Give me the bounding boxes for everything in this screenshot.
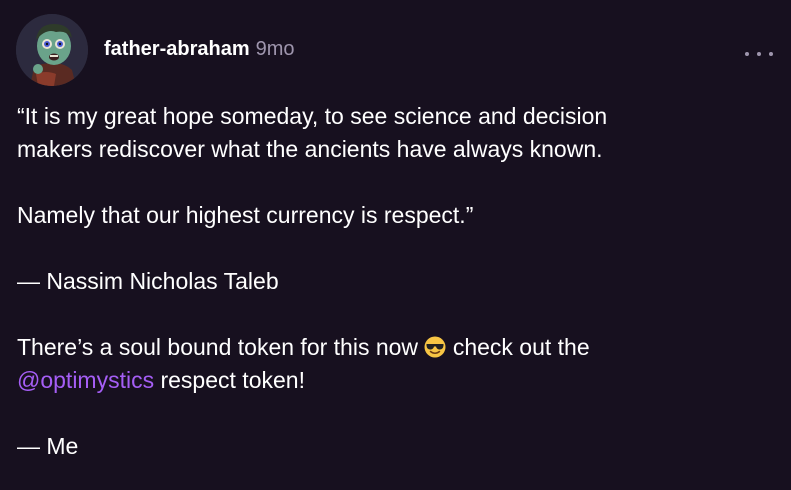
token-text: respect token! (154, 367, 305, 393)
token-text: check out the (446, 334, 590, 360)
signature: — Me (17, 430, 737, 463)
attribution-text: — Nassim Nicholas Taleb (17, 268, 279, 294)
username[interactable]: father-abraham (104, 38, 250, 61)
quote-line: Namely that our highest currency is resp… (17, 202, 474, 228)
cast-card: father-abraham 9mo “It is my great hope … (0, 0, 791, 490)
cast-body: “It is my great hope someday, to see sci… (17, 100, 737, 463)
timestamp[interactable]: 9mo (256, 38, 295, 61)
more-horizontal-icon (757, 52, 761, 56)
quote-paragraph: Namely that our highest currency is resp… (17, 199, 737, 232)
more-horizontal-icon (745, 52, 749, 56)
more-horizontal-icon (769, 52, 773, 56)
signature-text: — Me (17, 433, 79, 459)
attribution: — Nassim Nicholas Taleb (17, 265, 737, 298)
token-paragraph: There’s a soul bound token for this now … (17, 331, 737, 397)
token-text: There’s a soul bound token for this now (17, 334, 425, 360)
quote-paragraph: “It is my great hope someday, to see sci… (17, 100, 737, 166)
more-options-button[interactable] (745, 44, 773, 64)
cast-header: father-abraham 9mo (104, 38, 295, 61)
smiling-face-with-sunglasses-emoji (424, 336, 446, 358)
quote-line: “It is my great hope someday, to see sci… (17, 103, 608, 129)
avatar[interactable] (16, 14, 88, 86)
avatar-image (16, 14, 88, 86)
quote-line: makers rediscover what the ancients have… (17, 136, 603, 162)
mention-link[interactable]: @optimystics (17, 367, 154, 393)
